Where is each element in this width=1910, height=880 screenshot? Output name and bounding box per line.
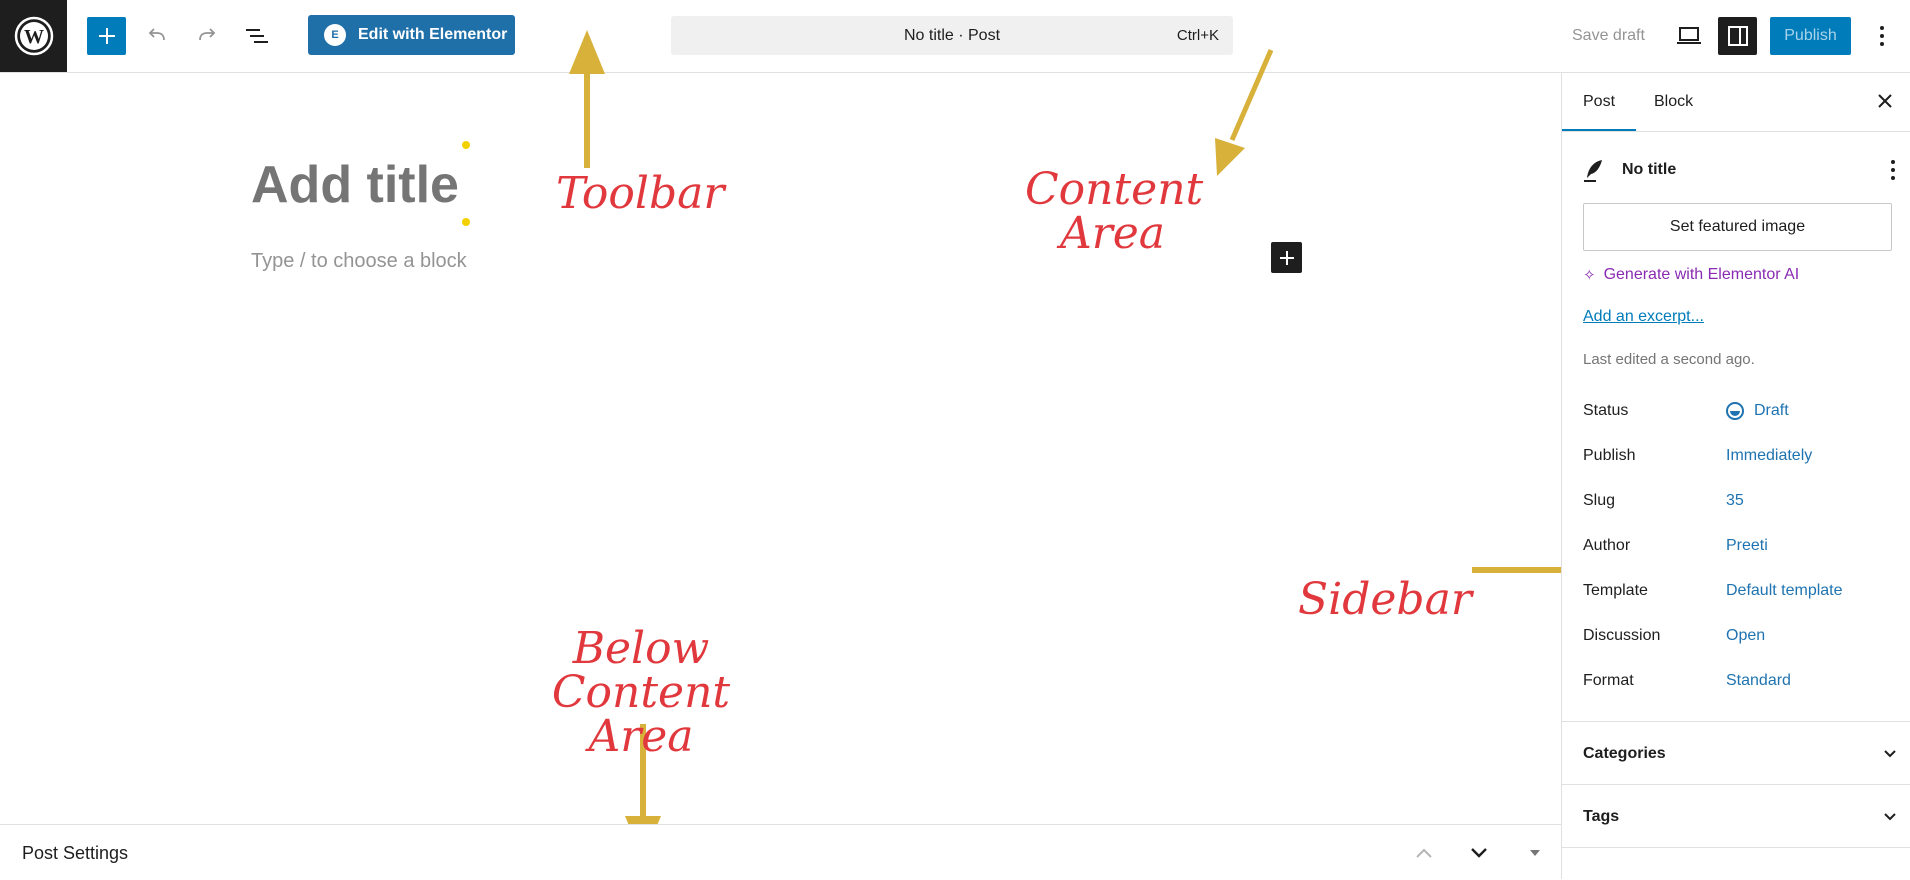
categories-panel-toggle[interactable]: Categories: [1583, 745, 1898, 769]
caret-down-icon: [1530, 850, 1540, 856]
post-settings-bar: Post Settings: [0, 824, 1561, 880]
tab-post[interactable]: Post: [1561, 93, 1637, 131]
divider: [1562, 721, 1910, 722]
content-area-annotation: Content Area: [1025, 164, 1204, 259]
post-settings-label: Post Settings: [22, 843, 129, 863]
post-actions-button[interactable]: [1890, 159, 1896, 186]
meta-row-publish: Publish Immediately: [1583, 447, 1903, 471]
meta-label: Template: [1583, 582, 1648, 599]
tags-panel-toggle[interactable]: Tags: [1583, 808, 1898, 832]
meta-row-author: Author Preeti: [1583, 537, 1903, 561]
content-area-arrowhead: [1215, 138, 1245, 176]
annotation-line: Area: [588, 711, 694, 762]
format-button[interactable]: Standard: [1726, 672, 1791, 690]
meta-label: Status: [1583, 402, 1629, 419]
divider: [1562, 847, 1910, 848]
move-up-button[interactable]: [1411, 840, 1437, 866]
kebab-menu-icon: [1891, 160, 1895, 180]
close-sidebar-button[interactable]: [1873, 89, 1897, 113]
post-title: No title: [1622, 161, 1677, 178]
divider: [1562, 784, 1910, 785]
meta-row-status: Status Draft: [1583, 402, 1903, 426]
set-featured-image-button[interactable]: Set featured image: [1583, 203, 1892, 251]
content-area-arrow: [1229, 49, 1274, 141]
meta-label: Slug: [1583, 492, 1616, 509]
panel-title: Tags: [1583, 808, 1620, 825]
chevron-down-icon: [1882, 745, 1898, 766]
post-card: No title: [1582, 156, 1896, 186]
add-excerpt-link[interactable]: Add an excerpt...: [1583, 308, 1704, 326]
panel-title: Categories: [1583, 745, 1666, 762]
toolbar-arrowhead: [569, 30, 605, 74]
annotation-line: Below Content: [551, 623, 731, 718]
chevron-down-icon: [1882, 808, 1898, 829]
meta-row-slug: Slug 35: [1583, 492, 1903, 516]
author-button[interactable]: Preeti: [1726, 537, 1768, 555]
annotation-line: Area: [1059, 208, 1166, 259]
annotation-line: Content: [1025, 164, 1204, 215]
toolbar-annotation: Toolbar: [556, 168, 725, 219]
meta-label: Publish: [1583, 447, 1636, 464]
sidebar-tabs: Post Block: [1561, 73, 1910, 132]
meta-label: Author: [1583, 537, 1631, 554]
meta-label: Format: [1583, 672, 1634, 689]
meta-label: Discussion: [1583, 627, 1661, 644]
toggle-panel-button[interactable]: [1522, 840, 1548, 866]
generate-ai-label: Generate with Elementor AI: [1603, 266, 1800, 283]
generate-with-elementor-ai-link[interactable]: ✧ Generate with Elementor AI: [1583, 266, 1799, 284]
close-icon: [1878, 94, 1892, 108]
settings-sidebar: Post Block No title Set featured image ✧…: [1561, 73, 1910, 879]
sidebar-annotation: Sidebar: [1298, 574, 1472, 625]
meta-value: Draft: [1754, 402, 1789, 419]
below-content-annotation: Below Content Area: [500, 627, 782, 759]
sparkle-icon: ✧: [1583, 267, 1596, 284]
slug-button[interactable]: 35: [1726, 492, 1744, 510]
chevron-down-icon: [1471, 848, 1487, 858]
last-edited-text: Last edited a second ago.: [1583, 351, 1755, 368]
move-down-button[interactable]: [1466, 840, 1492, 866]
status-value-button[interactable]: Draft: [1726, 402, 1789, 420]
meta-row-discussion: Discussion Open: [1583, 627, 1903, 651]
chevron-up-icon: [1416, 848, 1432, 858]
tab-block[interactable]: Block: [1654, 93, 1693, 111]
draft-status-icon: [1726, 402, 1744, 420]
post-feather-icon: [1584, 160, 1602, 182]
meta-row-format: Format Standard: [1583, 672, 1903, 696]
publish-date-button[interactable]: Immediately: [1726, 447, 1812, 465]
template-button[interactable]: Default template: [1726, 582, 1843, 600]
discussion-button[interactable]: Open: [1726, 627, 1765, 645]
meta-row-template: Template Default template: [1583, 582, 1903, 606]
